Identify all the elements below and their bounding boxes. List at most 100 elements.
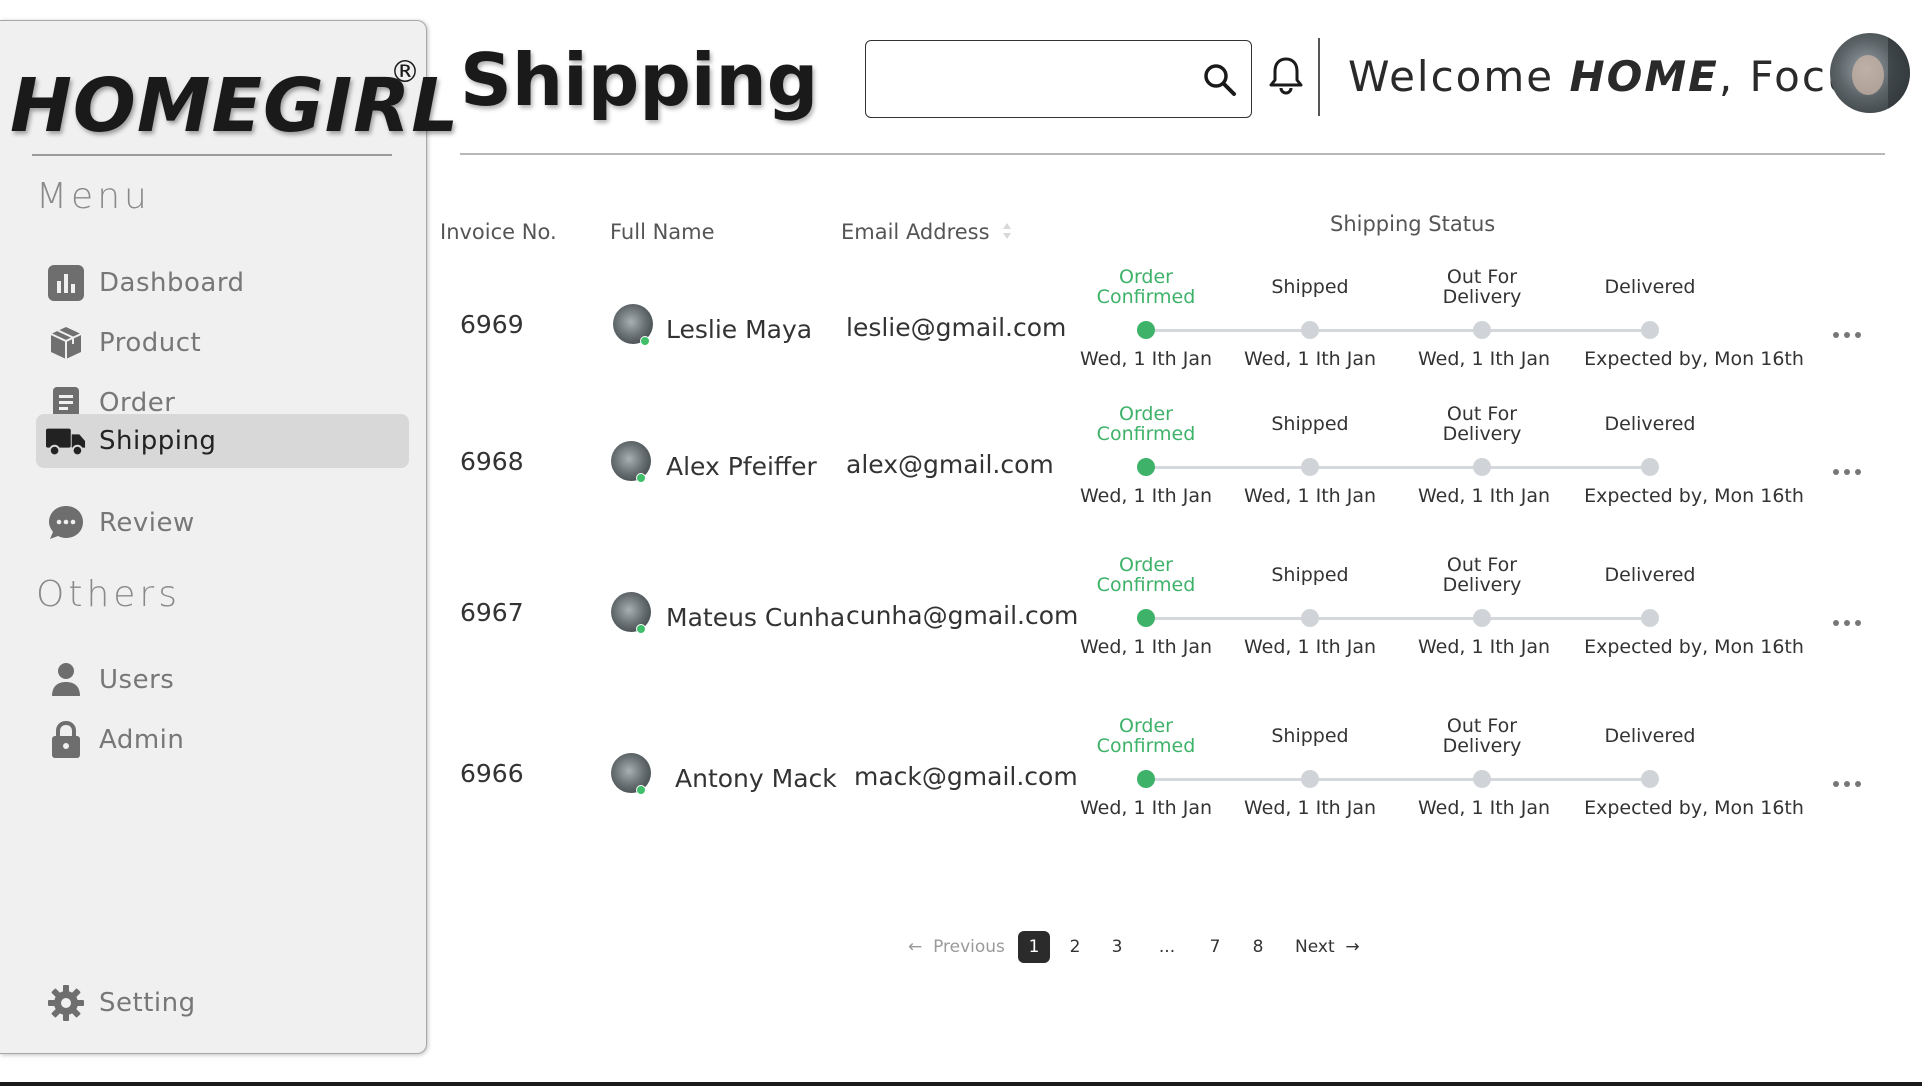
step-dot	[1301, 458, 1319, 476]
online-status-dot	[636, 785, 646, 795]
previous-label: Previous	[933, 937, 1005, 957]
step-label: Out For Delivery	[1442, 554, 1522, 596]
page-3-button[interactable]: 3	[1108, 930, 1126, 964]
step-label: Order Confirmed	[1096, 554, 1196, 596]
gear-icon	[46, 983, 86, 1023]
previous-page-button[interactable]: ← Previous	[908, 930, 1005, 964]
shipping-progress-track	[1146, 778, 1650, 781]
step-label: Order Confirmed	[1096, 403, 1196, 445]
header-divider-line	[460, 153, 1885, 155]
step-dot	[1473, 770, 1491, 788]
customer-email[interactable]: alex@gmail.com	[846, 450, 1054, 479]
more-options-icon[interactable]	[1832, 324, 1862, 343]
logo-divider	[32, 154, 392, 156]
online-status-dot	[640, 336, 650, 346]
customer-name: Mateus Cunha	[666, 603, 846, 632]
sidebar: HOMEGIRL ® Menu Dashboard Product Order …	[0, 20, 458, 1054]
step-dot	[1301, 321, 1319, 339]
customer-name: Leslie Maya	[666, 315, 813, 344]
table-row[interactable]: 6967 Mateus Cunha cunha@gmail.com Order Con…	[0, 554, 1922, 676]
table-row[interactable]: 6968 Alex Pfeiffer alex@gmail.com Order Con…	[0, 403, 1922, 525]
more-options-icon[interactable]	[1832, 461, 1862, 480]
search-box[interactable]	[865, 40, 1252, 118]
customer-name: Antony Mack	[675, 764, 837, 793]
step-label: Shipped	[1271, 564, 1349, 586]
table-row[interactable]: 6966 Antony Mack mack@gmail.com Order Confi…	[0, 715, 1922, 837]
step-dot	[1641, 321, 1659, 339]
step-dot	[1137, 770, 1155, 788]
step-date: Wed, 1 Ith Jan	[1417, 348, 1551, 370]
step-date: Wed, 1 Ith Jan	[1417, 797, 1551, 819]
step-date: Expected by, Mon 16th	[1584, 797, 1804, 819]
step-dot	[1473, 458, 1491, 476]
page-8-button[interactable]: 8	[1249, 930, 1267, 964]
customer-email[interactable]: mack@gmail.com	[854, 762, 1078, 791]
online-status-dot	[636, 473, 646, 483]
next-label: Next	[1295, 937, 1335, 957]
sidebar-item-setting[interactable]: Setting	[36, 976, 409, 1030]
registered-mark: ®	[390, 55, 420, 90]
step-date: Expected by, Mon 16th	[1584, 636, 1804, 658]
step-dot	[1137, 609, 1155, 627]
step-label: Delivered	[1604, 276, 1696, 298]
welcome-message: Welcome HOME, Focus	[1348, 52, 1879, 101]
invoice-number: 6966	[460, 759, 524, 788]
customer-email[interactable]: leslie@gmail.com	[846, 313, 1066, 342]
more-options-icon[interactable]	[1832, 773, 1862, 792]
bottom-border	[0, 1082, 1922, 1086]
step-label: Delivered	[1604, 564, 1696, 586]
step-label: Delivered	[1604, 725, 1696, 747]
page-2-button[interactable]: 2	[1066, 930, 1084, 964]
more-options-icon[interactable]	[1832, 612, 1862, 631]
search-input[interactable]	[880, 59, 1180, 99]
arrow-left-icon: ←	[908, 937, 923, 957]
bell-icon[interactable]	[1266, 55, 1306, 99]
step-label: Shipped	[1271, 276, 1349, 298]
step-date: Wed, 1 Ith Jan	[1417, 485, 1551, 507]
next-page-button[interactable]: Next →	[1295, 930, 1360, 964]
user-avatar[interactable]	[1830, 33, 1910, 113]
step-label: Shipped	[1271, 725, 1349, 747]
sort-icon[interactable]	[1002, 221, 1012, 246]
step-dot	[1137, 458, 1155, 476]
step-dot	[1301, 609, 1319, 627]
step-dot	[1641, 609, 1659, 627]
welcome-brand: HOME	[1569, 52, 1719, 101]
step-dot	[1641, 770, 1659, 788]
shipping-progress-track	[1146, 329, 1650, 332]
step-label: Out For Delivery	[1442, 403, 1522, 445]
step-date: Wed, 1 Ith Jan	[1417, 636, 1551, 658]
step-dot	[1473, 609, 1491, 627]
customer-email[interactable]: cunha@gmail.com	[846, 601, 1078, 630]
page-7-button[interactable]: 7	[1206, 930, 1224, 964]
step-label: Delivered	[1604, 413, 1696, 435]
step-dot	[1301, 770, 1319, 788]
page-title: Shipping	[460, 38, 819, 122]
table-row[interactable]: 6969 Leslie Maya leslie@gmail.com Order Con…	[0, 266, 1922, 388]
column-header-email[interactable]: Email Address	[841, 220, 1012, 246]
page-ellipsis: ...	[1158, 937, 1176, 957]
menu-section-title: Menu	[36, 176, 151, 217]
search-icon[interactable]	[1203, 63, 1237, 101]
step-dot	[1641, 458, 1659, 476]
step-label: Out For Delivery	[1442, 715, 1522, 757]
arrow-right-icon: →	[1345, 937, 1360, 957]
invoice-number: 6968	[460, 447, 524, 476]
column-header-name: Full Name	[610, 220, 715, 244]
step-label: Order Confirmed	[1096, 715, 1196, 757]
online-status-dot	[636, 624, 646, 634]
column-header-email-label: Email Address	[841, 220, 990, 244]
step-label: Shipped	[1271, 413, 1349, 435]
header-divider	[1318, 38, 1320, 116]
step-label: Out For Delivery	[1442, 266, 1522, 308]
step-dot	[1473, 321, 1491, 339]
page-1-button[interactable]: 1	[1018, 931, 1050, 963]
shipping-progress-track	[1146, 466, 1650, 469]
step-date: Expected by, Mon 16th	[1584, 348, 1804, 370]
step-date: Expected by, Mon 16th	[1584, 485, 1804, 507]
invoice-number: 6969	[460, 310, 524, 339]
sidebar-item-label: Setting	[99, 988, 196, 1018]
step-label: Order Confirmed	[1096, 266, 1196, 308]
customer-name: Alex Pfeiffer	[666, 452, 817, 481]
welcome-prefix: Welcome	[1348, 52, 1570, 101]
